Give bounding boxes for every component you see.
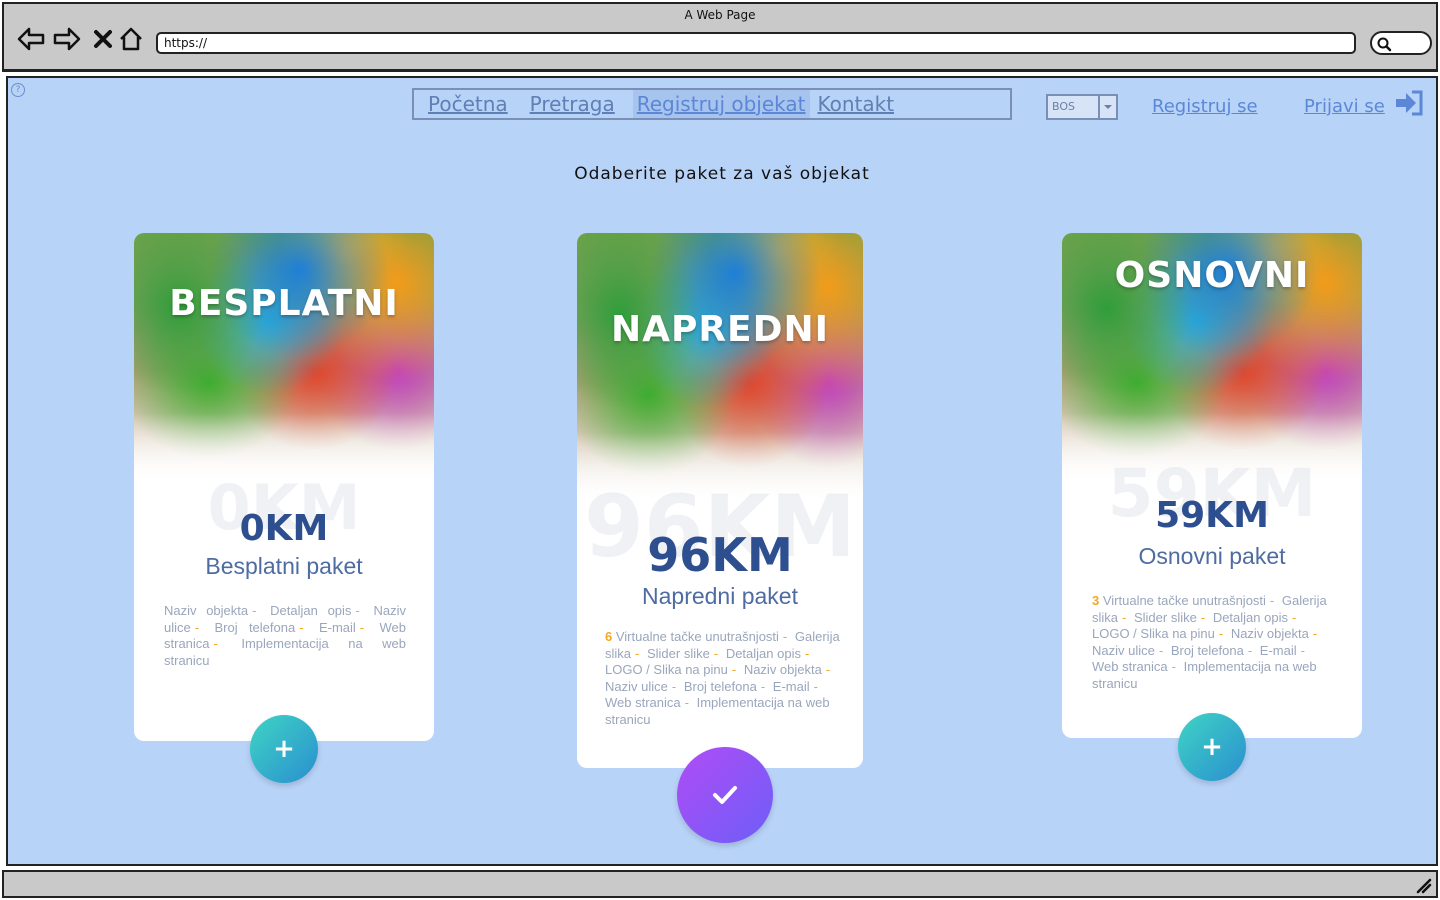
card-package-name: Osnovni paket bbox=[1138, 543, 1286, 569]
feature-separator: - bbox=[1291, 609, 1297, 625]
feature-item: Broj telefona bbox=[214, 619, 296, 635]
feature-item: E-mail bbox=[1259, 642, 1297, 658]
feature-separator: - bbox=[804, 645, 810, 661]
feature-item: Naziv ulice bbox=[1092, 642, 1155, 658]
nav-pretraga[interactable]: Pretraga bbox=[526, 90, 619, 118]
forward-arrow-icon[interactable] bbox=[52, 24, 82, 54]
feature-separator: - bbox=[359, 619, 365, 635]
card-title: BESPLATNI bbox=[169, 283, 399, 324]
register-link[interactable]: Registruj se bbox=[1152, 96, 1258, 117]
feature-item: Broj telefona bbox=[683, 678, 757, 694]
card-package-name: Besplatni paket bbox=[205, 553, 363, 579]
feature-separator: - bbox=[1122, 609, 1127, 625]
main-navigation: Početna Pretraga Registruj objekat Konta… bbox=[412, 88, 1012, 120]
card-feature-list: 6 Virtualne tačke unutrašnjosti - Galerij… bbox=[605, 629, 841, 728]
feature-separator: - bbox=[355, 603, 360, 618]
feature-separator: - bbox=[813, 678, 818, 694]
feature-count: 3 bbox=[1092, 593, 1103, 608]
feature-separator: - bbox=[1269, 593, 1275, 608]
card-title: NAPREDNI bbox=[610, 309, 830, 350]
home-icon[interactable] bbox=[116, 24, 146, 54]
feature-item: Naziv objekta bbox=[1230, 626, 1309, 641]
feature-item: E-mail bbox=[772, 678, 810, 694]
browser-search-field[interactable] bbox=[1370, 31, 1432, 55]
checkmark-icon bbox=[713, 786, 737, 804]
select-package-button[interactable]: + bbox=[250, 715, 318, 783]
package-card-besplatni[interactable]: BESPLATNI 0KM 0KM Besplatni paket Naziv … bbox=[134, 233, 434, 783]
package-card-napredni[interactable]: NAPREDNI 96KM 96KM Napredni paket 6 Virt… bbox=[577, 233, 863, 843]
login-link[interactable]: Prijavi se bbox=[1304, 96, 1385, 117]
feature-separator: - bbox=[1171, 659, 1176, 674]
feature-separator: - bbox=[760, 678, 766, 694]
feature-separator: - bbox=[1247, 642, 1253, 658]
feature-item: Detaljan opis bbox=[270, 603, 352, 618]
feature-item: Naziv objekta bbox=[743, 662, 822, 677]
feature-separator: - bbox=[1300, 642, 1305, 658]
address-bar[interactable]: https:// bbox=[156, 32, 1356, 54]
feature-separator: - bbox=[635, 645, 640, 661]
feature-separator: - bbox=[713, 645, 719, 661]
login-icon[interactable] bbox=[1394, 90, 1424, 116]
feature-separator: - bbox=[213, 636, 218, 651]
feature-item: Broj telefona bbox=[1170, 642, 1244, 658]
status-bar bbox=[2, 870, 1438, 898]
card-price: 0KM bbox=[239, 508, 329, 549]
feature-separator: - bbox=[782, 629, 788, 644]
select-package-button[interactable]: + bbox=[1178, 713, 1246, 781]
feature-item: Slider slike bbox=[1133, 609, 1197, 625]
feature-item: Slider slike bbox=[646, 645, 710, 661]
card-package-name: Napredni paket bbox=[642, 583, 798, 609]
feature-separator: - bbox=[671, 678, 677, 694]
window-title: A Web Page bbox=[684, 8, 756, 22]
feature-separator: - bbox=[825, 662, 831, 677]
card-hero-image bbox=[577, 233, 863, 503]
card-feature-list: Naziv objekta - Detaljan opis - Naziv ulic… bbox=[164, 603, 406, 669]
feature-item: E-mail bbox=[318, 619, 356, 635]
feature-separator: - bbox=[1158, 642, 1164, 658]
card-price: 59KM bbox=[1155, 495, 1269, 536]
card-title: OSNOVNI bbox=[1114, 255, 1310, 296]
feature-count: 6 bbox=[605, 629, 616, 644]
package-card-osnovni[interactable]: OSNOVNI 59KM 59KM Osnovni paket 3 Virtua… bbox=[1062, 233, 1362, 781]
feature-item: Naziv ulice bbox=[605, 678, 668, 694]
feature-item: LOGO / Slika na pinu bbox=[605, 662, 728, 677]
feature-separator: - bbox=[1218, 626, 1224, 641]
feature-separator: - bbox=[684, 695, 689, 710]
page-heading: Odaberite paket za vaš objekat bbox=[574, 164, 870, 184]
feature-item: Naziv objekta bbox=[164, 603, 249, 618]
card-hero-image bbox=[134, 233, 434, 483]
nav-pocetna[interactable]: Početna bbox=[428, 90, 512, 118]
page-viewport: ? Početna Pretraga Registruj objekat Kon… bbox=[6, 76, 1438, 866]
feature-item: Web stranica bbox=[1092, 659, 1168, 674]
feature-item: Virtualne tačke unutrašnjosti bbox=[615, 629, 779, 644]
feature-item: Detaljan opis bbox=[1212, 609, 1288, 625]
feature-item: Web stranica bbox=[605, 695, 681, 710]
language-select[interactable]: BOS bbox=[1046, 94, 1118, 120]
feature-separator: - bbox=[252, 603, 257, 618]
feature-separator: - bbox=[194, 619, 200, 635]
close-x-icon[interactable] bbox=[88, 24, 118, 54]
feature-separator: - bbox=[1200, 609, 1206, 625]
feature-item: LOGO / Slika na pinu bbox=[1092, 626, 1215, 641]
feature-separator: - bbox=[731, 662, 737, 677]
resize-grip-icon[interactable] bbox=[1414, 878, 1432, 894]
feature-item: Virtualne tačke unutrašnjosti bbox=[1102, 593, 1266, 608]
feature-item: Detaljan opis bbox=[725, 645, 801, 661]
chevron-down-icon bbox=[1098, 96, 1116, 118]
card-price: 96KM bbox=[647, 528, 793, 582]
nav-registruj-objekat[interactable]: Registruj objekat bbox=[632, 90, 810, 118]
help-icon[interactable]: ? bbox=[11, 83, 25, 97]
back-arrow-icon[interactable] bbox=[16, 24, 46, 54]
feature-separator: - bbox=[299, 619, 304, 635]
selected-package-button[interactable] bbox=[677, 747, 773, 843]
browser-chrome: A Web Page https:// bbox=[2, 2, 1438, 72]
card-feature-list: 3 Virtualne tačke unutrašnjosti - Galerij… bbox=[1092, 593, 1338, 692]
language-value: BOS bbox=[1052, 100, 1075, 113]
nav-kontakt[interactable]: Kontakt bbox=[814, 90, 899, 118]
feature-separator: - bbox=[1312, 626, 1318, 641]
search-icon bbox=[1377, 37, 1392, 52]
